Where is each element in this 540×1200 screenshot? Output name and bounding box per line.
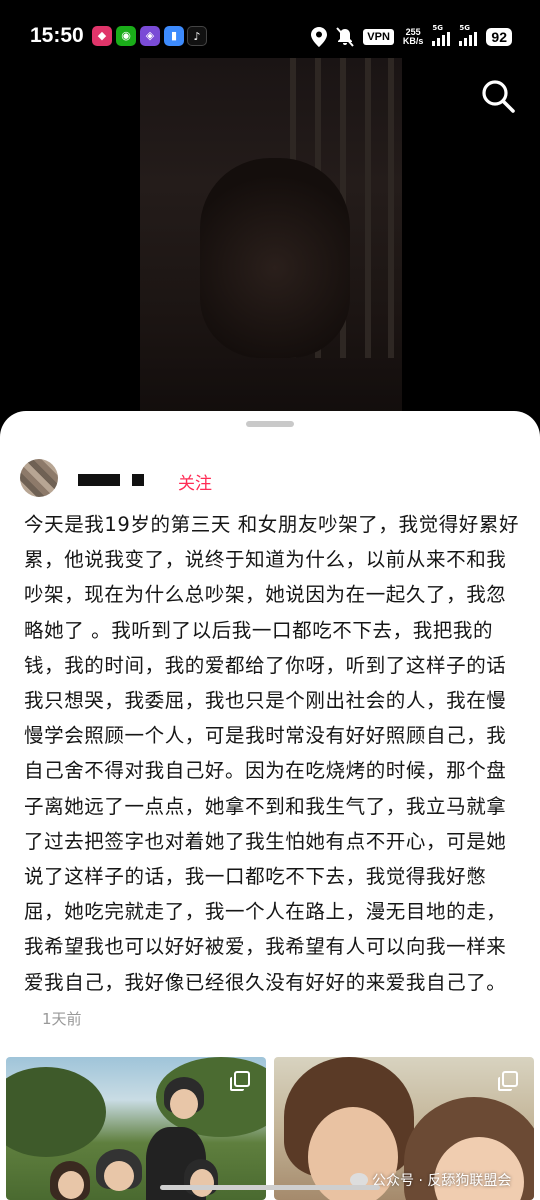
- drag-handle[interactable]: [246, 421, 294, 427]
- tiktok-icon: ♪: [187, 26, 207, 46]
- follow-button[interactable]: 关注: [178, 469, 212, 494]
- avatar[interactable]: [20, 459, 58, 497]
- signal-icon: 5G: [459, 24, 478, 46]
- status-time: 15:50: [30, 24, 84, 47]
- video-player[interactable]: [140, 58, 402, 418]
- username-redacted[interactable]: [78, 474, 120, 486]
- username-redacted[interactable]: [132, 474, 144, 486]
- video-subject: [200, 158, 350, 358]
- search-icon[interactable]: [480, 78, 516, 114]
- battery-indicator: 92: [486, 28, 512, 46]
- signal-label: 5G: [459, 24, 471, 32]
- vpn-badge: VPN: [363, 29, 394, 45]
- speed-unit: KB/s: [402, 36, 424, 46]
- app-notification-icon: ▮: [164, 26, 184, 46]
- post-text: 今天是我19岁的第三天 和女朋友吵架了，我觉得好累好累，他说我变了，说终于知道为…: [24, 513, 520, 994]
- home-indicator[interactable]: [160, 1185, 380, 1190]
- multi-image-icon: [498, 1071, 518, 1091]
- watermark-text: 公众号 · 反舔狗联盟会: [372, 1173, 512, 1189]
- wechat-icon: ◉: [116, 26, 136, 46]
- status-indicators: VPN 255 KB/s 5G 5G 92: [311, 24, 512, 50]
- multi-image-icon: [230, 1071, 250, 1091]
- app-notification-icon: ◆: [92, 26, 112, 46]
- location-icon: [311, 27, 328, 47]
- post-sheet: 关注 今天是我19岁的第三天 和女朋友吵架了，我觉得好累好累，他说我变了，说终于…: [0, 411, 540, 1200]
- app-notification-icon: ◈: [140, 26, 160, 46]
- image-thumbnail[interactable]: [6, 1057, 266, 1200]
- signal-icon: 5G: [432, 24, 451, 46]
- mute-icon: [336, 27, 355, 47]
- network-speed: 255 KB/s: [403, 28, 424, 46]
- post-text-block: 今天是我19岁的第三天 和女朋友吵架了，我觉得好累好累，他说我变了，说终于知道为…: [24, 507, 524, 1037]
- post-timestamp: 1天前: [42, 1009, 82, 1028]
- signal-label: 5G: [432, 24, 444, 32]
